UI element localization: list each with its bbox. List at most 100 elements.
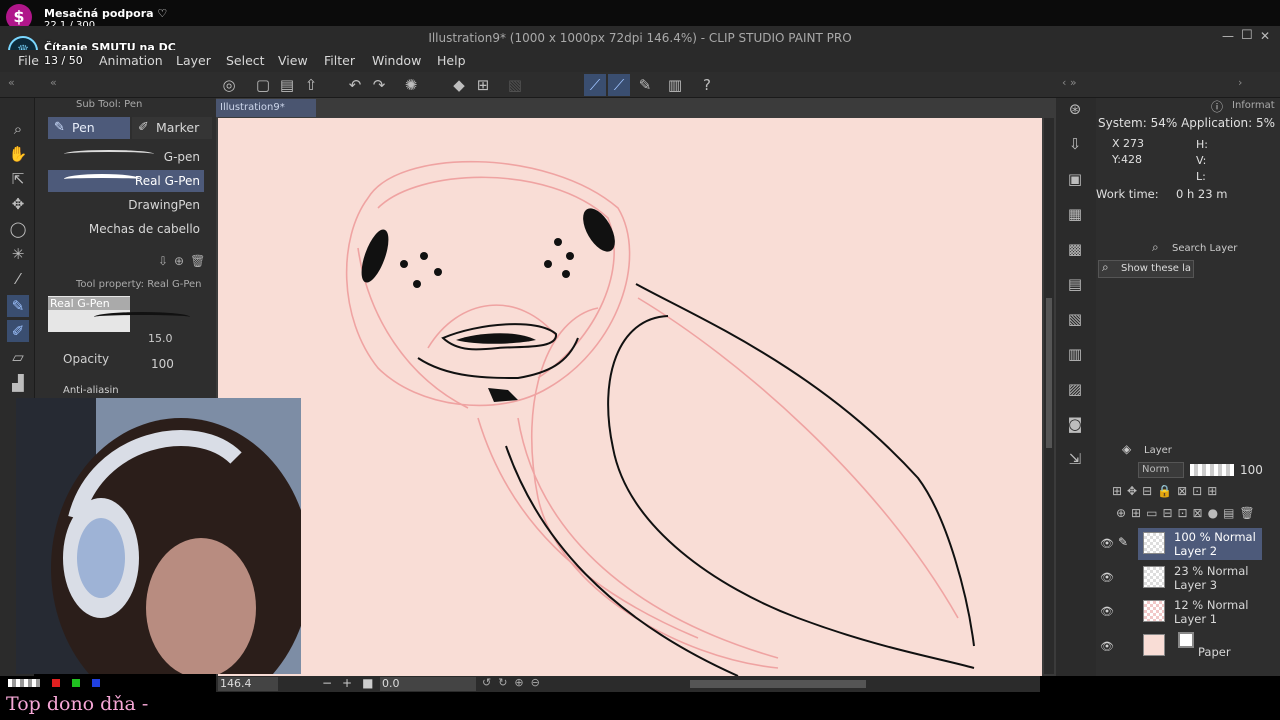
menu-filter[interactable]: Filter <box>324 50 355 72</box>
info-icon: ⓘ <box>1211 100 1224 114</box>
fill-icon[interactable]: ◆ <box>448 74 470 96</box>
layer-2-name[interactable]: Layer 2 <box>1174 545 1217 558</box>
panel-icon-8[interactable]: ▥ <box>1064 343 1086 365</box>
magic-wand-icon[interactable]: ✳ <box>7 243 29 265</box>
checker-swatch[interactable] <box>8 679 40 687</box>
settings-icon[interactable]: ▥ <box>664 74 686 96</box>
drawing-canvas[interactable] <box>218 118 1042 677</box>
webcam-image <box>16 398 301 674</box>
menu-select[interactable]: Select <box>226 50 265 72</box>
panel-icon-5[interactable]: ▩ <box>1064 238 1086 260</box>
panel-icon-11[interactable]: ⇲ <box>1064 448 1086 470</box>
brush-gpen[interactable]: G-pen <box>48 146 204 168</box>
pen-tool-icon[interactable]: ✎ <box>7 295 29 317</box>
work-time-label: Work time: <box>1096 187 1159 201</box>
menu-window[interactable]: Window <box>372 50 421 72</box>
snap-ruler-icon[interactable]: ⟋ <box>584 74 606 96</box>
document-tab[interactable]: Illustration9* <box>216 99 316 117</box>
visibility-eye-icon[interactable]: 👁 <box>1100 537 1114 550</box>
scroll-thumb-vertical[interactable] <box>1046 298 1052 448</box>
collapse-right-icon[interactable]: ‹ » <box>1062 76 1077 89</box>
search-layer-header: Search Layer <box>1172 243 1238 254</box>
visibility-eye-icon[interactable]: 👁 <box>1100 571 1114 584</box>
stream-overlay-bar <box>0 0 1280 26</box>
clip-studio-icon[interactable]: ◎ <box>218 74 240 96</box>
lasso-tool-icon[interactable]: ◯ <box>7 218 29 240</box>
panel-icon-10[interactable]: ◙ <box>1064 413 1086 435</box>
panel-icon-4[interactable]: ▦ <box>1064 203 1086 225</box>
import-icon[interactable]: ⇩ <box>1064 133 1086 155</box>
expand-right-icon[interactable]: › <box>1238 76 1242 89</box>
panel-icon-7[interactable]: ▧ <box>1064 308 1086 330</box>
maximize-button[interactable]: ☐ <box>1241 28 1253 43</box>
menu-file[interactable]: File <box>18 50 39 72</box>
zoom-controls[interactable]: −+■ <box>322 676 383 690</box>
menu-help[interactable]: Help <box>437 50 466 72</box>
undo-icon[interactable]: ↶ <box>344 74 366 96</box>
collapse-left-icon[interactable]: « <box>8 76 15 89</box>
new-file-icon[interactable]: ▢ <box>252 74 274 96</box>
menu-layer[interactable]: Layer <box>176 50 211 72</box>
operation-tool-icon[interactable]: ⇱ <box>7 168 29 190</box>
collapse-left-icon-2[interactable]: « <box>50 76 57 89</box>
size-value[interactable]: 15.0 <box>148 332 173 345</box>
eraser-tool-icon[interactable]: ▱ <box>7 346 29 368</box>
stream-bottom-bar <box>0 692 1280 720</box>
close-button[interactable]: ✕ <box>1260 29 1270 43</box>
zoom-field[interactable]: 146.4 <box>218 677 278 691</box>
layer-1-mode[interactable]: 12 % Normal <box>1174 599 1248 612</box>
open-file-icon[interactable]: ▤ <box>276 74 298 96</box>
layer-stack-icon: ◈ <box>1122 442 1132 456</box>
angle-field[interactable]: 0.0 <box>380 677 476 691</box>
layer-opacity-slider[interactable] <box>1190 464 1234 476</box>
redo-icon[interactable]: ↷ <box>368 74 390 96</box>
selection-off-icon[interactable]: ▧ <box>504 74 526 96</box>
brush-real-gpen[interactable]: Real G-Pen <box>48 170 204 192</box>
zoom-tool-icon[interactable]: ⌕ <box>7 118 29 140</box>
rotate-controls[interactable]: ↺↻⊕⊖ <box>482 676 547 689</box>
move-tool-icon[interactable]: ✥ <box>7 193 29 215</box>
visibility-eye-icon[interactable]: 👁 <box>1100 605 1114 618</box>
panel-icon-9[interactable]: ▨ <box>1064 378 1086 400</box>
hand-tool-icon[interactable]: ✋ <box>7 143 29 165</box>
panel-icon-3[interactable]: ▣ <box>1064 168 1086 190</box>
subtool-actions: ⇩⊕🗑 <box>158 254 212 268</box>
search-show-dropdown[interactable]: Show these la <box>1098 260 1194 278</box>
color-swatches[interactable] <box>8 677 198 689</box>
goal-count: 13 / 50 <box>44 54 83 67</box>
save-icon[interactable]: ⇧ <box>300 74 322 96</box>
eyedropper-icon[interactable]: ⁄ <box>7 268 29 290</box>
blue-swatch[interactable] <box>92 679 100 687</box>
info-y: Y:428 <box>1112 153 1142 166</box>
paper-name[interactable]: Paper <box>1198 646 1231 659</box>
panel-icon-6[interactable]: ▤ <box>1064 273 1086 295</box>
subtool-panel <box>34 98 216 398</box>
paper-thumbnail <box>1143 634 1165 656</box>
visibility-eye-icon[interactable]: 👁 <box>1100 640 1114 653</box>
menu-view[interactable]: View <box>278 50 308 72</box>
minimize-button[interactable]: — <box>1222 29 1234 43</box>
layer-3-name[interactable]: Layer 3 <box>1174 579 1217 592</box>
brush-drawingpen[interactable]: DrawingPen <box>48 194 204 216</box>
layer-1-name[interactable]: Layer 1 <box>1174 613 1217 626</box>
snap-grid-icon[interactable]: ⟋ <box>608 74 630 96</box>
layer-thumbnail <box>1143 600 1165 622</box>
special-ruler-icon[interactable]: ✎ <box>634 74 656 96</box>
red-swatch[interactable] <box>52 679 60 687</box>
canvas-scrollbar-vertical[interactable] <box>1044 118 1054 674</box>
blend-mode-dropdown[interactable]: Norm <box>1138 462 1184 478</box>
transform-icon[interactable]: ⊞ <box>472 74 494 96</box>
menu-animation[interactable]: Animation <box>99 50 163 72</box>
brush-mechas[interactable]: Mechas de cabello <box>48 218 204 240</box>
navigator-icon[interactable]: ⊛ <box>1064 98 1086 120</box>
layer-2-mode[interactable]: 100 % Normal <box>1174 531 1256 544</box>
opacity-value[interactable]: 100 <box>151 357 174 371</box>
canvas-scrollbar-horizontal[interactable] <box>690 680 866 688</box>
fill-tool-icon[interactable]: ▟ <box>7 372 29 394</box>
pencil-tool-icon[interactable]: ✐ <box>7 320 29 342</box>
clear-icon[interactable]: ✺ <box>400 74 422 96</box>
layer-opacity-value[interactable]: 100 <box>1240 463 1263 477</box>
help-icon[interactable]: ? <box>696 74 718 96</box>
layer-3-mode[interactable]: 23 % Normal <box>1174 565 1248 578</box>
green-swatch[interactable] <box>72 679 80 687</box>
